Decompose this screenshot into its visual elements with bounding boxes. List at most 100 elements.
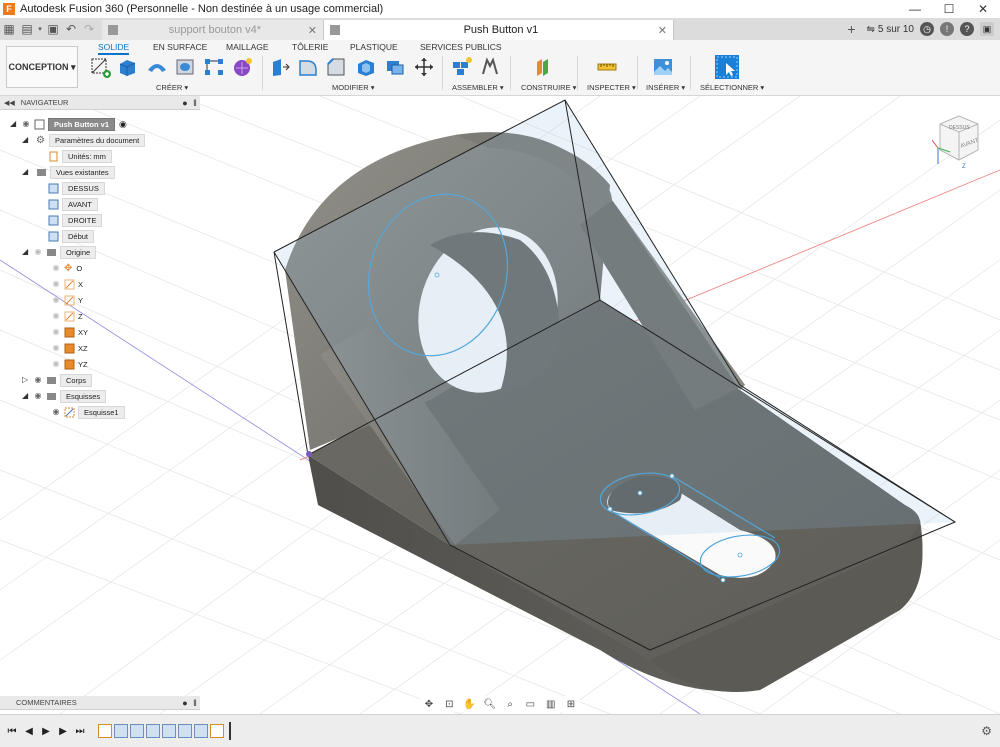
extrude-icon[interactable]	[116, 56, 138, 78]
expand-icon[interactable]: ◢	[22, 248, 30, 256]
new-component-icon[interactable]	[451, 56, 473, 78]
timeline-feature-extrude[interactable]	[130, 724, 144, 738]
combine-icon[interactable]	[384, 56, 406, 78]
tree-item-doc-settings[interactable]: ◢ ⚙ Paramètres du document	[22, 132, 146, 148]
tree-item-view-front[interactable]: AVANT	[48, 196, 98, 212]
offset-plane-icon[interactable]	[533, 56, 555, 78]
clock-icon[interactable]: ◷	[920, 22, 934, 36]
tree-item-named-views[interactable]: ◢ Vues existantes	[22, 164, 115, 180]
tree-item-sketch1[interactable]: ◉ Esquisse1	[48, 404, 125, 420]
expand-icon[interactable]: ◢	[10, 120, 18, 128]
hole-icon[interactable]	[174, 56, 196, 78]
insert-image-icon[interactable]	[652, 56, 674, 78]
tab-push-button[interactable]: Push Button v1 ✕	[324, 20, 674, 40]
group-inserer[interactable]: INSÉRER ▾	[646, 83, 685, 92]
user-avatar[interactable]: ▣	[980, 22, 994, 36]
close-tab-icon[interactable]: ✕	[308, 24, 317, 37]
tree-item-view-home[interactable]: Début	[48, 228, 95, 244]
timeline-feature-extrude[interactable]	[178, 724, 192, 738]
undo-icon[interactable]: ↶	[62, 20, 80, 38]
job-status[interactable]: ⇋ 5 sur 10	[866, 24, 914, 35]
tree-item-units[interactable]: Unités: mm	[48, 148, 112, 164]
tree-item-axis-z[interactable]: ◉ Z	[48, 308, 83, 324]
play-icon[interactable]: ▶	[38, 726, 54, 737]
timeline-marker[interactable]	[229, 722, 231, 740]
fit-icon[interactable]: ⌕	[501, 699, 519, 710]
joint-icon[interactable]	[479, 56, 501, 78]
tab-services-publics[interactable]: SERVICES PUBLICS	[420, 42, 502, 52]
tree-item-bodies[interactable]: ▷ ◉ Corps	[22, 372, 93, 388]
tree-item-view-top[interactable]: DESSUS	[48, 180, 105, 196]
collapse-icon[interactable]: ◀◀	[4, 99, 15, 107]
visibility-icon[interactable]: ◉	[51, 296, 61, 304]
tab-en-surface[interactable]: EN SURFACE	[153, 42, 207, 52]
move-icon[interactable]	[413, 56, 435, 78]
pattern-icon[interactable]	[203, 56, 225, 78]
dropdown-icon[interactable]: ▾	[36, 20, 44, 38]
redo-icon[interactable]: ↷	[80, 20, 98, 38]
help-icon[interactable]: ?	[960, 22, 974, 36]
tab-tolerie[interactable]: TÔLERIE	[292, 42, 328, 52]
timeline-feature-extrude[interactable]	[146, 724, 160, 738]
panel-resize-icon[interactable]: ‖	[190, 98, 200, 108]
comments-header[interactable]: COMMENTAIRES ● ‖	[0, 696, 200, 710]
panel-resize-icon[interactable]: ‖	[190, 698, 200, 708]
tree-item-axis-y[interactable]: ◉ Y	[48, 292, 83, 308]
pan-icon[interactable]: ✋	[461, 699, 479, 710]
tree-item-sketches[interactable]: ◢ ◉ Esquisses	[22, 388, 107, 404]
minimize-button[interactable]: —	[898, 0, 932, 18]
tab-solide[interactable]: SOLIDE	[98, 42, 130, 55]
group-selectionner[interactable]: SÉLECTIONNER ▾	[700, 83, 764, 92]
activate-radio-icon[interactable]: ◉	[119, 119, 127, 130]
orbit-icon[interactable]: ✥	[420, 699, 438, 710]
panel-toggle-icon[interactable]: ●	[180, 98, 190, 108]
expand-icon[interactable]: ◢	[22, 136, 30, 144]
display-settings-icon[interactable]: ▭	[521, 699, 539, 710]
look-at-icon[interactable]: ⊡	[440, 699, 458, 710]
tree-item-plane-xz[interactable]: ◉ XZ	[48, 340, 88, 356]
close-tab-icon[interactable]: ✕	[658, 24, 667, 37]
visibility-icon[interactable]: ◉	[51, 408, 61, 416]
tree-item-plane-xy[interactable]: ◉ XY	[48, 324, 88, 340]
visibility-icon[interactable]: ◉	[51, 280, 61, 288]
step-forward-icon[interactable]: ▶	[55, 726, 71, 737]
group-construire[interactable]: CONSTRUIRE ▾	[521, 83, 576, 92]
chamfer-icon[interactable]	[325, 56, 347, 78]
timeline-feature-sketch[interactable]	[210, 724, 224, 738]
zoom-icon[interactable]: 🔍︎	[481, 699, 499, 710]
grid-settings-icon[interactable]: ▥	[542, 699, 560, 710]
go-to-start-icon[interactable]: ⏮	[4, 726, 20, 737]
tab-plastique[interactable]: PLASTIQUE	[350, 42, 398, 52]
expand-icon[interactable]: ◢	[22, 392, 30, 400]
shell-icon[interactable]	[355, 56, 377, 78]
visibility-icon[interactable]: ◉	[21, 120, 31, 128]
grid-menu-icon[interactable]: ▦	[0, 20, 18, 38]
timeline-feature-extrude[interactable]	[114, 724, 128, 738]
group-creer[interactable]: CRÉER ▾	[156, 83, 188, 92]
tab-maillage[interactable]: MAILLAGE	[226, 42, 269, 52]
gear-icon[interactable]: ⚙	[981, 724, 992, 738]
visibility-icon[interactable]: ◉	[33, 392, 43, 400]
visibility-icon[interactable]: ◉	[51, 312, 61, 320]
step-back-icon[interactable]: ◀	[21, 726, 37, 737]
view-cube[interactable]: DESSUS AVANT Z	[932, 110, 986, 170]
group-assembler[interactable]: ASSEMBLER ▾	[452, 83, 504, 92]
tree-item-plane-yz[interactable]: ◉ YZ	[48, 356, 88, 372]
expand-icon[interactable]: ▷	[22, 376, 30, 384]
press-pull-icon[interactable]	[269, 56, 291, 78]
visibility-icon[interactable]: ◉	[51, 328, 61, 336]
go-to-end-icon[interactable]: ⏭	[72, 726, 88, 737]
new-tab-button[interactable]: +	[842, 20, 860, 38]
tree-root[interactable]: ◢ ◉ Push Button v1 ◉	[10, 116, 127, 132]
group-modifier[interactable]: MODIFIER ▾	[332, 83, 375, 92]
tree-item-view-right[interactable]: DROITE	[48, 212, 103, 228]
workspace-switcher[interactable]: CONCEPTION ▾	[6, 46, 78, 88]
visibility-icon[interactable]: ◉	[51, 264, 61, 272]
tree-item-origin-point[interactable]: ◉ ✥ O	[48, 260, 83, 276]
visibility-icon[interactable]: ◉	[33, 248, 43, 256]
tab-support-bouton[interactable]: support bouton v4* ✕	[102, 20, 324, 40]
tree-item-axis-x[interactable]: ◉ X	[48, 276, 83, 292]
timeline-track[interactable]	[98, 720, 231, 742]
measure-icon[interactable]	[596, 56, 618, 78]
expand-icon[interactable]: ◢	[22, 168, 30, 176]
